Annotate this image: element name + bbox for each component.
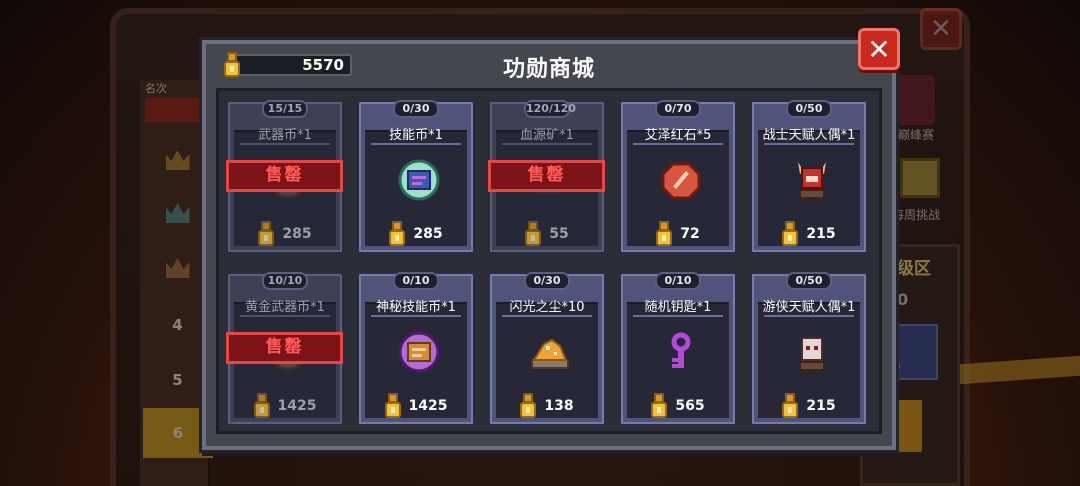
merit-medal-icon xyxy=(782,221,799,247)
shop-item-random-key[interactable]: 0/10 随机钥匙*1 565 xyxy=(618,271,738,427)
close-button[interactable]: ✕ xyxy=(858,28,900,70)
skill-coin-icon xyxy=(398,159,440,201)
flash-dust-icon xyxy=(531,338,569,369)
mystic-skill-coin-icon xyxy=(398,331,440,373)
shop-item-red-stone[interactable]: 0/70 艾泽红石*5 72 xyxy=(618,99,738,255)
item-price: 138 xyxy=(490,392,604,420)
merit-medal-icon xyxy=(656,221,673,247)
item-name: 战士天赋人偶*1 xyxy=(762,128,856,143)
merit-medal-icon xyxy=(520,393,537,419)
shop-item-weapon-coin[interactable]: 15/15 武器币*1 售罄 285 xyxy=(225,99,345,255)
item-grid: 15/15 武器币*1 售罄 285 0/30 技能币*1 285 120/12… xyxy=(216,88,882,434)
price-value: 1425 xyxy=(277,398,317,414)
item-price: 215 xyxy=(752,220,866,248)
dialog-title: 功勋商城 xyxy=(502,57,595,82)
price-value: 215 xyxy=(806,398,836,414)
stock-counter: 0/30 xyxy=(524,272,570,290)
stock-counter: 0/30 xyxy=(393,100,439,118)
red-stone-icon xyxy=(661,162,701,200)
item-price: 285 xyxy=(228,220,342,248)
shop-item-ranger-doll[interactable]: 0/50 游侠天赋人偶*1 215 xyxy=(749,271,869,427)
warrior-doll-icon xyxy=(798,162,826,199)
price-value: 215 xyxy=(806,226,836,242)
item-name: 艾泽红石*5 xyxy=(644,128,712,143)
sold-out-stamp: 售罄 xyxy=(488,160,605,192)
price-value: 1425 xyxy=(408,398,448,414)
shop-item-mystic-skill-coin[interactable]: 0/10 神秘技能币*1 1425 xyxy=(356,271,476,427)
price-value: 285 xyxy=(282,226,312,242)
ranger-doll-icon xyxy=(799,337,825,371)
merit-medal-icon xyxy=(651,393,668,419)
item-price: 55 xyxy=(490,220,604,248)
stock-counter: 10/10 xyxy=(262,272,308,290)
item-name: 游侠天赋人偶*1 xyxy=(762,300,856,315)
price-value: 55 xyxy=(549,226,569,242)
merit-medal-icon xyxy=(258,221,275,247)
item-name: 武器币*1 xyxy=(258,128,312,143)
stock-counter: 0/70 xyxy=(655,100,701,118)
stock-counter: 120/120 xyxy=(524,100,576,118)
merit-shop-dialog: 5570 功勋商城 ✕ 15/15 武器币*1 售罄 285 0/30 技能币*… xyxy=(202,28,900,450)
item-price: 285 xyxy=(359,220,473,248)
price-value: 72 xyxy=(680,226,700,242)
item-name: 神秘技能币*1 xyxy=(376,300,456,315)
shop-item-skill-coin[interactable]: 0/30 技能币*1 285 xyxy=(356,99,476,255)
price-value: 285 xyxy=(413,226,443,242)
shop-item-blood-ore[interactable]: 120/120 血源矿*1 售罄 55 xyxy=(487,99,607,255)
stock-counter: 0/10 xyxy=(655,272,701,290)
random-key-icon xyxy=(671,332,691,368)
shop-item-warrior-doll[interactable]: 0/50 战士天赋人偶*1 215 xyxy=(749,99,869,255)
item-name: 技能币*1 xyxy=(389,128,443,143)
stock-counter: 15/15 xyxy=(262,100,308,118)
stock-counter: 0/50 xyxy=(786,272,832,290)
item-price: 215 xyxy=(752,392,866,420)
merit-medal-icon xyxy=(253,393,270,419)
item-price: 1425 xyxy=(359,392,473,420)
merit-medal-icon xyxy=(782,393,799,419)
shop-item-gold-weapon-coin[interactable]: 10/10 黄金武器币*1 售罄 1425 xyxy=(225,271,345,427)
sold-out-stamp: 售罄 xyxy=(226,160,343,192)
price-value: 565 xyxy=(675,398,705,414)
merit-medal-icon xyxy=(384,393,401,419)
merit-medal-icon xyxy=(525,221,542,247)
item-price: 1425 xyxy=(228,392,342,420)
item-price: 72 xyxy=(621,220,735,248)
price-value: 138 xyxy=(544,398,574,414)
item-name: 随机钥匙*1 xyxy=(644,300,712,315)
merit-medal-icon xyxy=(389,221,406,247)
item-name: 血源矿*1 xyxy=(520,128,574,143)
stock-counter: 0/10 xyxy=(393,272,439,290)
sold-out-stamp: 售罄 xyxy=(226,332,343,364)
item-price: 565 xyxy=(621,392,735,420)
stock-counter: 0/50 xyxy=(786,100,832,118)
item-name: 闪光之尘*10 xyxy=(509,300,585,315)
shop-item-flash-dust[interactable]: 0/30 闪光之尘*10 138 xyxy=(487,271,607,427)
item-name: 黄金武器币*1 xyxy=(245,300,325,315)
